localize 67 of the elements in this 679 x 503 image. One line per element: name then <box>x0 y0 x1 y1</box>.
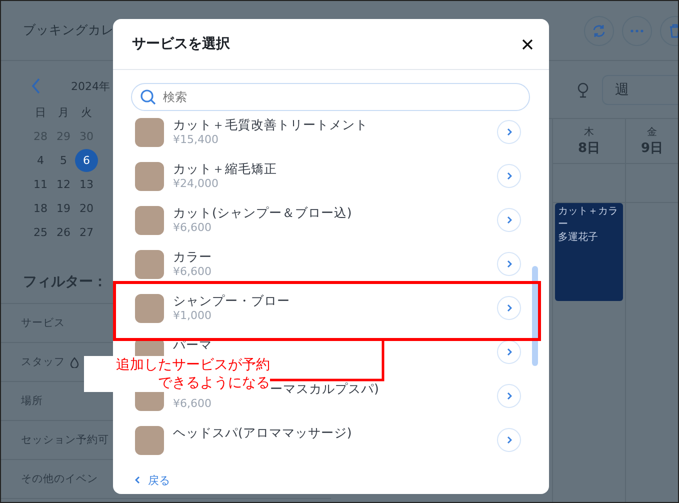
photo-placeholder <box>135 206 164 234</box>
service-name[interactable]: カット＋縮毛矯正 <box>173 161 277 177</box>
chevron-right-icon[interactable] <box>497 340 521 364</box>
chevron-right-icon[interactable] <box>497 120 521 144</box>
more-icon[interactable] <box>622 16 652 46</box>
weekday-label: 金 <box>647 126 657 139</box>
chevron-right-icon[interactable] <box>497 296 521 320</box>
month-label: 2024年 <box>71 78 110 94</box>
weekday-label: 木 <box>584 126 594 139</box>
calendar-event[interactable]: カット＋カラー 多運花子 <box>555 203 623 301</box>
event-title: カット＋カラー <box>558 205 619 231</box>
search-icon <box>140 89 156 105</box>
service-price: ¥6,600 <box>173 221 212 235</box>
service-name[interactable]: カラー <box>173 249 212 265</box>
annotation-text: できるようになる <box>158 374 270 392</box>
service-price: ¥6,600 <box>173 397 212 411</box>
service-price: ¥15,400 <box>173 133 218 147</box>
calendar-day[interactable]: 11 <box>29 175 52 193</box>
calendar-day[interactable]: 26 <box>52 223 75 241</box>
calendar-day[interactable]: 19 <box>52 199 75 217</box>
photo-placeholder <box>135 294 164 322</box>
chevron-right-icon[interactable] <box>497 428 521 452</box>
photo-placeholder <box>135 118 164 146</box>
filter-item[interactable]: 場所 <box>21 394 43 408</box>
service-price: ¥1,000 <box>173 309 212 323</box>
calendar-day[interactable]: 13 <box>75 175 98 193</box>
photo-placeholder <box>135 426 164 454</box>
chevron-right-icon[interactable] <box>497 252 521 276</box>
calendar-day[interactable]: 5 <box>52 151 75 169</box>
event-staff: 多運花子 <box>558 231 599 244</box>
service-name[interactable]: ヘッドスパ(アロママッサージ) <box>173 425 352 441</box>
chevron-right-icon[interactable] <box>497 208 521 232</box>
back-link[interactable]: 戻る <box>135 472 170 488</box>
filter-item[interactable]: サービス <box>21 316 65 330</box>
refresh-icon[interactable] <box>584 16 614 46</box>
filter-item[interactable]: その他のイベン <box>21 472 98 486</box>
weekday-label: 月 <box>57 104 70 120</box>
search-field[interactable]: 検索 <box>131 83 530 111</box>
weekday-label: 日 <box>34 104 47 120</box>
service-name[interactable]: カット＋毛質改善トリートメント <box>173 117 368 133</box>
annotation-text: 追加したサービスが予約 <box>116 356 270 374</box>
page-title: ブッキングカレ <box>23 22 114 39</box>
calendar-day[interactable]: 20 <box>75 199 98 217</box>
scrollbar[interactable] <box>532 266 538 366</box>
filter-item[interactable]: スタッフ <box>21 355 65 369</box>
view-select[interactable]: 週 <box>602 74 678 104</box>
chevron-right-icon[interactable] <box>497 384 521 408</box>
weekday-label: 火 <box>80 104 93 120</box>
chevron-left-icon <box>135 476 140 484</box>
date-label: 8日 <box>578 140 600 157</box>
calendar-day[interactable]: 25 <box>29 223 52 241</box>
dialog-title: サービスを選択 <box>132 35 230 53</box>
service-price: ¥24,000 <box>173 177 218 191</box>
close-icon[interactable] <box>522 38 533 50</box>
calendar-day[interactable]: 18 <box>29 199 52 217</box>
calendar-day[interactable]: 4 <box>29 151 52 169</box>
calendar-day[interactable]: 27 <box>75 223 98 241</box>
calendar-day[interactable]: 12 <box>52 175 75 193</box>
filter-item[interactable]: セッション予約可 <box>21 433 109 447</box>
calendar-day[interactable]: 6 <box>75 149 98 172</box>
service-name[interactable]: カット(シャンプー＆ブロー込) <box>173 205 352 221</box>
previous-month-icon[interactable] <box>31 78 41 94</box>
date-label: 9日 <box>640 140 664 157</box>
chevron-right-icon[interactable] <box>497 164 521 188</box>
photo-placeholder <box>135 162 164 190</box>
photo-placeholder <box>135 250 164 278</box>
service-name[interactable]: ーマスカルプスパ) <box>270 381 379 397</box>
